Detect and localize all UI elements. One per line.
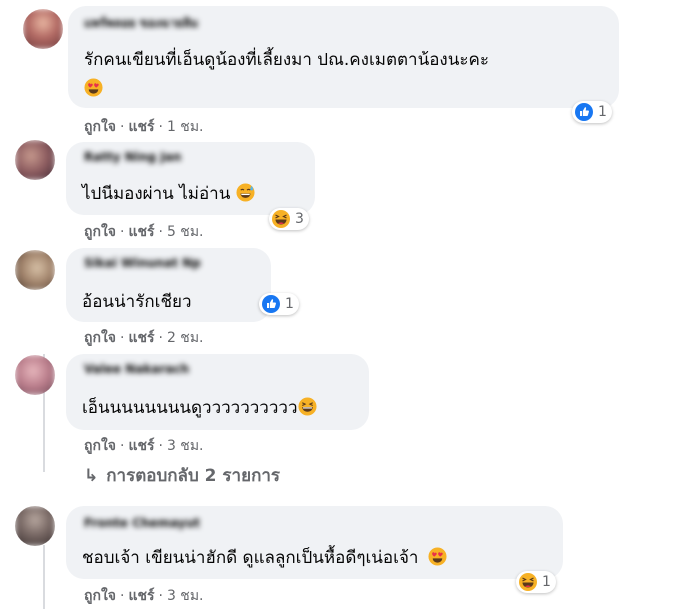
comment-actions: ถูกใจ · แชร์ · 5 ชม. <box>84 221 204 243</box>
comment-timestamp[interactable]: 5 ชม. <box>167 224 204 240</box>
comment-text: ชอบเจ้า เขียนน่าฮักดี ดูแลลูกเป็นหื้อดีๆ… <box>82 544 447 571</box>
comment-text: ไปนีมองผ่าน ไม่อ่าน <box>82 180 255 207</box>
haha-icon <box>519 573 537 591</box>
comment-author[interactable]: Valee Nakarach <box>84 362 189 376</box>
like-icon <box>262 295 280 313</box>
separator: · <box>120 119 125 135</box>
reaction-summary[interactable]: 1 <box>516 571 556 593</box>
haha-icon <box>272 210 290 228</box>
heart-eyes-emoji-icon <box>84 78 103 97</box>
comment-actions: ถูกใจ · แชร์ · 3 ชม. <box>84 435 204 457</box>
like-link[interactable]: ถูกใจ <box>84 438 116 454</box>
like-link[interactable]: ถูกใจ <box>84 224 116 240</box>
heart-eyes-emoji-icon <box>428 547 447 566</box>
comment-actions: ถูกใจ · แชร์ · 1 ชม. <box>84 116 204 138</box>
reply-arrow-icon: ↳ <box>84 466 99 486</box>
separator: · <box>158 438 163 454</box>
like-link[interactable]: ถูกใจ <box>84 119 116 135</box>
view-replies-label: การตอบกลับ 2 รายการ <box>106 466 281 486</box>
comment-author[interactable]: แพร์พลอย ของฉายลิม <box>84 14 198 33</box>
share-link[interactable]: แชร์ <box>128 330 154 346</box>
reaction-summary[interactable]: 3 <box>269 208 309 230</box>
grin-sweat-emoji-icon <box>236 183 255 202</box>
separator: · <box>120 330 125 346</box>
separator: · <box>120 438 125 454</box>
comment-text: รักคนเขียนที่เอ็นดูน้องที่เลี้ยงมา ปณ.คง… <box>84 50 489 70</box>
comment-text-emoji-line <box>84 78 103 99</box>
avatar[interactable] <box>15 250 55 290</box>
share-link[interactable]: แชร์ <box>128 438 154 454</box>
laughing-emoji-icon <box>297 397 317 416</box>
like-icon <box>575 103 593 121</box>
comment-author[interactable]: Fronte Chemayut <box>84 516 200 530</box>
reaction-count: 3 <box>295 211 304 227</box>
comment-bubble: แพร์พลอย ของฉายลิม รักคนเขียนที่เอ็นดูน้… <box>68 6 619 108</box>
reaction-count: 1 <box>598 104 607 120</box>
reaction-summary[interactable]: 1 <box>259 293 299 315</box>
comment-timestamp[interactable]: 3 ชม. <box>167 438 204 454</box>
comment-bubble: Sikai Winunat Np อ้อนน่ารักเชียว <box>66 248 271 322</box>
comment-timestamp[interactable]: 2 ชม. <box>167 330 204 346</box>
separator: · <box>120 588 125 604</box>
avatar[interactable] <box>15 355 55 395</box>
separator: · <box>158 588 163 604</box>
separator: · <box>158 224 163 240</box>
comment-text: เอ็นนนนนนนนดูวววววววววว <box>82 394 317 421</box>
share-link[interactable]: แชร์ <box>128 224 154 240</box>
share-link[interactable]: แชร์ <box>128 588 154 604</box>
comment-author[interactable]: Sikai Winunat Np <box>84 256 201 270</box>
separator: · <box>120 224 125 240</box>
avatar[interactable] <box>15 506 55 546</box>
avatar[interactable] <box>23 9 63 49</box>
avatar[interactable] <box>15 140 55 180</box>
comment-text: อ้อนน่ารักเชียว <box>82 292 192 312</box>
comment-actions: ถูกใจ · แชร์ · 3 ชม. <box>84 585 204 607</box>
view-replies-link[interactable]: ↳ การตอบกลับ 2 รายการ <box>84 462 280 489</box>
comment-timestamp[interactable]: 1 ชม. <box>167 119 204 135</box>
comment-bubble: Valee Nakarach เอ็นนนนนนนนดูวววววววววว <box>66 354 369 430</box>
reaction-count: 1 <box>542 574 551 590</box>
reaction-count: 1 <box>285 296 294 312</box>
comment-bubble: Fronte Chemayut ชอบเจ้า เขียนน่าฮักดี ดู… <box>66 506 563 579</box>
share-link[interactable]: แชร์ <box>128 119 154 135</box>
reaction-summary[interactable]: 1 <box>572 101 612 123</box>
comment-actions: ถูกใจ · แชร์ · 2 ชม. <box>84 327 204 349</box>
like-link[interactable]: ถูกใจ <box>84 330 116 346</box>
comment-author[interactable]: Ratty Ning Jan <box>84 150 181 164</box>
separator: · <box>158 330 163 346</box>
separator: · <box>158 119 163 135</box>
like-link[interactable]: ถูกใจ <box>84 588 116 604</box>
comment-timestamp[interactable]: 3 ชม. <box>167 588 204 604</box>
thread-line <box>43 545 45 609</box>
comment-bubble: Ratty Ning Jan ไปนีมองผ่าน ไม่อ่าน <box>66 142 315 215</box>
